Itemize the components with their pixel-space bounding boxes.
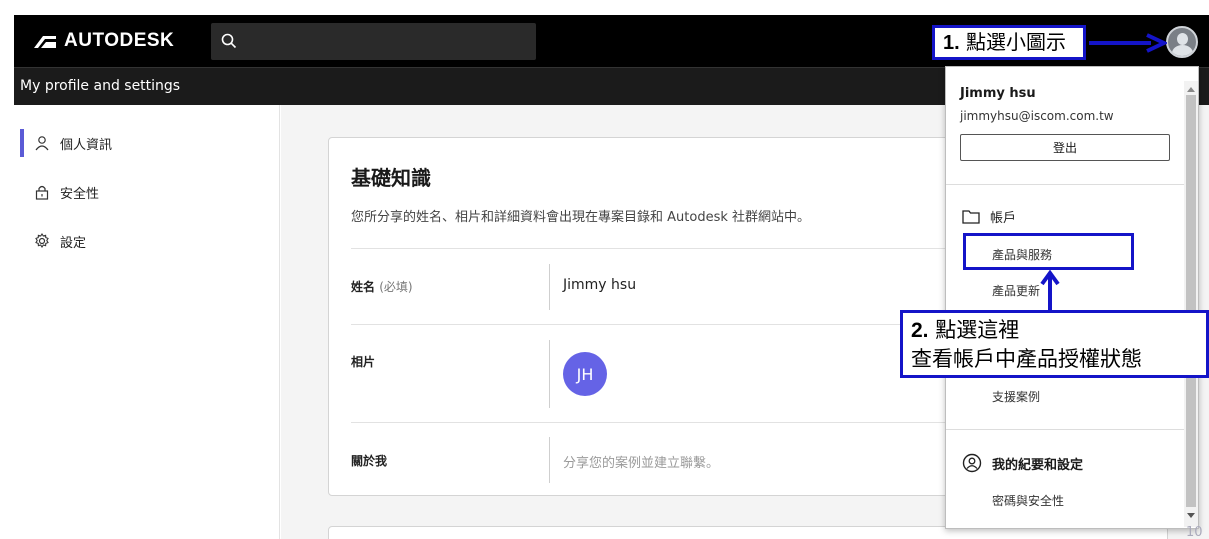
- autodesk-logo-mark-icon: [34, 36, 56, 48]
- row-divider: [549, 340, 550, 408]
- dropdown-user-email: jimmyhsu@iscom.com.tw: [960, 109, 1114, 123]
- row-divider: [549, 437, 550, 483]
- sidebar-item-label: 安全性: [60, 186, 100, 202]
- folder-icon: [962, 209, 980, 224]
- sidebar-item-label: 設定: [60, 235, 87, 251]
- page-number: 10: [1186, 525, 1203, 539]
- dropdown-user-name: Jimmy hsu: [960, 86, 1036, 101]
- page: AUTODESK My profile and settings 個人資訊 安全…: [0, 0, 1209, 539]
- user-circle-icon: [962, 453, 982, 473]
- highlight-box: [963, 233, 1134, 270]
- about-input[interactable]: 分享您的案例並建立聯繫。: [563, 452, 719, 471]
- photo-label: 相片: [351, 355, 376, 369]
- annotation-step-1: 1. 點選小圖示: [932, 25, 1086, 60]
- required-note: (必填): [379, 280, 413, 294]
- profile-section-header[interactable]: 我的紀要和設定: [962, 453, 1083, 473]
- name-value[interactable]: Jimmy hsu: [563, 277, 636, 293]
- sidebar-item-label: 個人資訊: [60, 137, 113, 153]
- user-icon: [35, 136, 49, 151]
- step-2-line-1: 點選這裡: [935, 318, 1020, 342]
- card-description: 您所分享的姓名、相片和詳細資料會出現在專案目錄和 Autodesk 社群網站中。: [351, 210, 810, 225]
- sidebar-item-personal-info[interactable]: 個人資訊: [14, 129, 112, 157]
- about-label: 關於我: [351, 454, 388, 468]
- scroll-down-arrow-icon[interactable]: [1187, 513, 1195, 518]
- logout-button[interactable]: 登出: [960, 134, 1170, 161]
- annotation-step-2: 2. 點選這裡 查看帳戶中產品授權狀態: [900, 310, 1209, 378]
- top-strip: [0, 0, 1209, 15]
- profile-photo-avatar[interactable]: JH: [563, 352, 607, 396]
- sidebar-item-security[interactable]: 安全性: [14, 178, 99, 206]
- name-label: 姓名 (必填): [351, 280, 413, 294]
- divider: [946, 429, 1184, 430]
- profile-section-label: 我的紀要和設定: [992, 457, 1084, 473]
- account-section-header[interactable]: 帳戶: [962, 207, 1016, 226]
- right-arrow-icon: [1089, 33, 1167, 53]
- logo-text: AUTODESK: [64, 30, 175, 51]
- product-updates-link[interactable]: 產品更新: [992, 282, 1040, 299]
- up-arrow-icon: [1040, 270, 1060, 312]
- row-divider: [549, 264, 550, 310]
- support-cases-link[interactable]: 支援案例: [992, 388, 1040, 405]
- password-security-link[interactable]: 密碼與安全性: [992, 492, 1064, 509]
- step-2-line-2: 查看帳戶中產品授權狀態: [911, 347, 1142, 371]
- autodesk-logo[interactable]: AUTODESK: [34, 30, 174, 52]
- sidebar-item-settings[interactable]: 設定: [14, 227, 86, 255]
- lock-icon: [35, 185, 49, 200]
- user-avatar-button[interactable]: [1166, 26, 1198, 58]
- account-section-label: 帳戶: [990, 211, 1017, 226]
- scroll-up-arrow-icon[interactable]: [1187, 87, 1195, 92]
- page-title: My profile and settings: [20, 78, 181, 94]
- gear-icon: [35, 233, 49, 249]
- step-1-text: 點選小圖示: [966, 30, 1067, 54]
- divider: [946, 184, 1184, 185]
- step-1-number: 1.: [943, 32, 960, 54]
- search-icon: [221, 33, 237, 49]
- step-2-number: 2.: [911, 319, 929, 342]
- card-title: 基礎知識: [351, 166, 431, 190]
- search-input[interactable]: [211, 23, 536, 60]
- user-dropdown-menu: Jimmy hsu jimmyhsu@iscom.com.tw 登出 帳戶 產品…: [945, 66, 1199, 529]
- sidebar: 個人資訊 安全性 設定: [14, 105, 280, 539]
- scrollbar-thumb[interactable]: [1186, 95, 1196, 507]
- avatar-head-shape: [1177, 33, 1188, 45]
